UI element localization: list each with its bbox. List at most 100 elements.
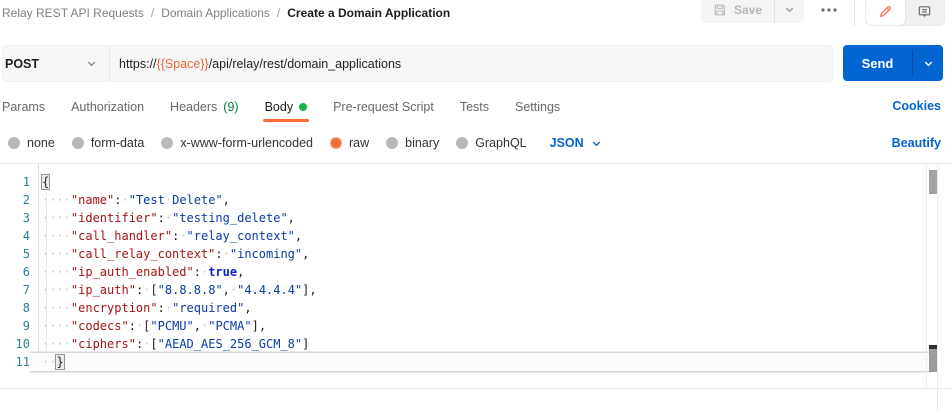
more-horizontal-icon (820, 7, 838, 13)
comments-button[interactable] (905, 0, 944, 25)
send-options-button[interactable] (913, 45, 943, 81)
send-button-group: Send (843, 45, 943, 81)
page-scrollbar-thumb[interactable] (929, 345, 937, 372)
tab-body[interactable]: Body (265, 92, 308, 122)
code-line[interactable]: 3····"identifier":·"testing_delete", (0, 209, 932, 227)
send-button[interactable]: Send (843, 45, 912, 81)
url-input[interactable]: https://{{Space}}/api/relay/rest/domain_… (110, 46, 832, 81)
radio-raw[interactable]: raw (330, 136, 369, 150)
line-number: 3 (0, 209, 30, 227)
body-editor[interactable]: 1{2····"name":·"Test·Delete",3····"ident… (0, 163, 952, 389)
code-line[interactable]: 11··} (0, 353, 932, 371)
radio-label: form-data (91, 136, 145, 150)
radio-form-data[interactable]: form-data (72, 136, 145, 150)
code-line[interactable]: 7····"ip_auth":·["8.8.8.8",·"4.4.4.4"], (0, 281, 932, 299)
code-token: : (158, 301, 165, 315)
tab-label: Pre-request Script (333, 100, 434, 114)
method-select[interactable]: POST (3, 46, 109, 81)
code-token: ], (252, 319, 266, 333)
code-line[interactable]: 1{ (0, 173, 932, 191)
code-token: , (237, 265, 244, 279)
code-line[interactable]: 8····"encryption":·"required", (0, 299, 932, 317)
radio-binary[interactable]: binary (386, 136, 439, 150)
code-token: "encryption" (71, 301, 158, 315)
tab-label: Authorization (71, 100, 144, 114)
editor-scrollbar-thumb[interactable] (929, 170, 937, 194)
radio-x-www-form-urlencoded[interactable]: x-www-form-urlencoded (161, 136, 313, 150)
code-token: "Test (129, 193, 165, 207)
code-token: "testing_delete" (172, 211, 288, 225)
code-token: "PCMA" (208, 319, 251, 333)
code-token: "ip_auth_enabled" (71, 265, 194, 279)
code-token: · (165, 211, 172, 225)
code-token: ···· (42, 283, 71, 297)
tab-pre-request-script[interactable]: Pre-request Script (333, 92, 434, 122)
request-url-bar: POST https://{{Space}}/api/relay/rest/do… (2, 45, 833, 82)
code-token: "4.4.4.4" (237, 283, 302, 297)
method-label: POST (5, 57, 39, 71)
more-actions-button[interactable] (810, 0, 848, 23)
line-number: 5 (0, 245, 30, 263)
tab-authorization[interactable]: Authorization (71, 92, 144, 122)
code-line[interactable]: 9····"codecs":·["PCMU",·"PCMA"], (0, 317, 932, 335)
beautify-link[interactable]: Beautify (892, 136, 941, 150)
save-options-button[interactable] (775, 0, 804, 23)
code-line[interactable]: 5····"call_relay_context":·"incoming", (0, 245, 932, 263)
code-line-content: ····"identifier":·"testing_delete", (30, 209, 932, 227)
code-token: "ciphers" (71, 337, 136, 351)
code-line-content: ····"name":·"Test·Delete", (30, 191, 932, 209)
tab-params[interactable]: Params (2, 92, 45, 122)
line-number: 7 (0, 281, 30, 299)
radio-graphql[interactable]: GraphQL (456, 136, 526, 150)
code-token: "relay_context" (187, 229, 295, 243)
send-button-label: Send (862, 56, 894, 71)
body-indicator-dot (299, 103, 307, 111)
code-token: "ip_auth" (71, 283, 136, 297)
radio-none[interactable]: none (8, 136, 55, 150)
code-token: : (114, 193, 121, 207)
code-line-content: ··} (30, 353, 932, 371)
request-builder-screen: Relay REST API Requests/Domain Applicati… (0, 0, 952, 411)
line-number: 9 (0, 317, 30, 335)
floppy-icon (713, 3, 727, 17)
header-actions: Save (701, 0, 945, 26)
tab-label: Tests (460, 100, 489, 114)
radio-label: x-www-form-urlencoded (180, 136, 313, 150)
url-prefix: https:// (119, 57, 157, 71)
format-select[interactable]: JSON (550, 136, 602, 150)
cookies-link[interactable]: Cookies (892, 99, 941, 113)
url-suffix: /api/relay/rest/domain_applications (209, 57, 401, 71)
edit-mode-button[interactable] (866, 0, 905, 25)
code-line-content: ····"call_handler":·"relay_context", (30, 227, 932, 245)
line-number: 11 (0, 353, 30, 371)
code-line[interactable]: 6····"ip_auth_enabled":·true, (0, 263, 932, 281)
code-token: : (215, 247, 222, 261)
radio-label: binary (405, 136, 439, 150)
tab-settings[interactable]: Settings (515, 92, 560, 122)
crumb-relay-rest-api-requests[interactable]: Relay REST API Requests (2, 6, 144, 20)
code-token: : (158, 211, 165, 225)
tab-headers[interactable]: Headers(9) (170, 92, 239, 122)
code-line[interactable]: 10····"ciphers":·["AEAD_AES_256_GCM_8"] (0, 335, 932, 353)
code-token: · (122, 193, 129, 207)
code-line[interactable]: 2····"name":·"Test·Delete", (0, 191, 932, 209)
code-token: ···· (42, 247, 71, 261)
code-line[interactable]: 4····"call_handler":·"relay_context", (0, 227, 932, 245)
code-line-content: ····"codecs":·["PCMU",·"PCMA"], (30, 317, 932, 335)
body-type-options: none form-data x-www-form-urlencoded raw bin… (8, 130, 602, 156)
save-button[interactable]: Save (701, 0, 774, 23)
crumb-domain-applications[interactable]: Domain Applications (161, 6, 270, 20)
radio-dot-icon (161, 137, 173, 149)
code-token: ···· (42, 211, 71, 225)
crumb-create-a-domain-application[interactable]: Create a Domain Application (287, 6, 450, 20)
code-token: ·· (42, 355, 56, 369)
code-token: "incoming" (230, 247, 302, 261)
tab-tests[interactable]: Tests (460, 92, 489, 122)
radio-dot-icon (386, 137, 398, 149)
code-token: "identifier" (71, 211, 158, 225)
radio-label: GraphQL (475, 136, 526, 150)
radio-dot-icon (456, 137, 468, 149)
code-token: , (223, 283, 230, 297)
code-token: "call_relay_context" (71, 247, 216, 261)
code-line-content: { (30, 173, 932, 191)
